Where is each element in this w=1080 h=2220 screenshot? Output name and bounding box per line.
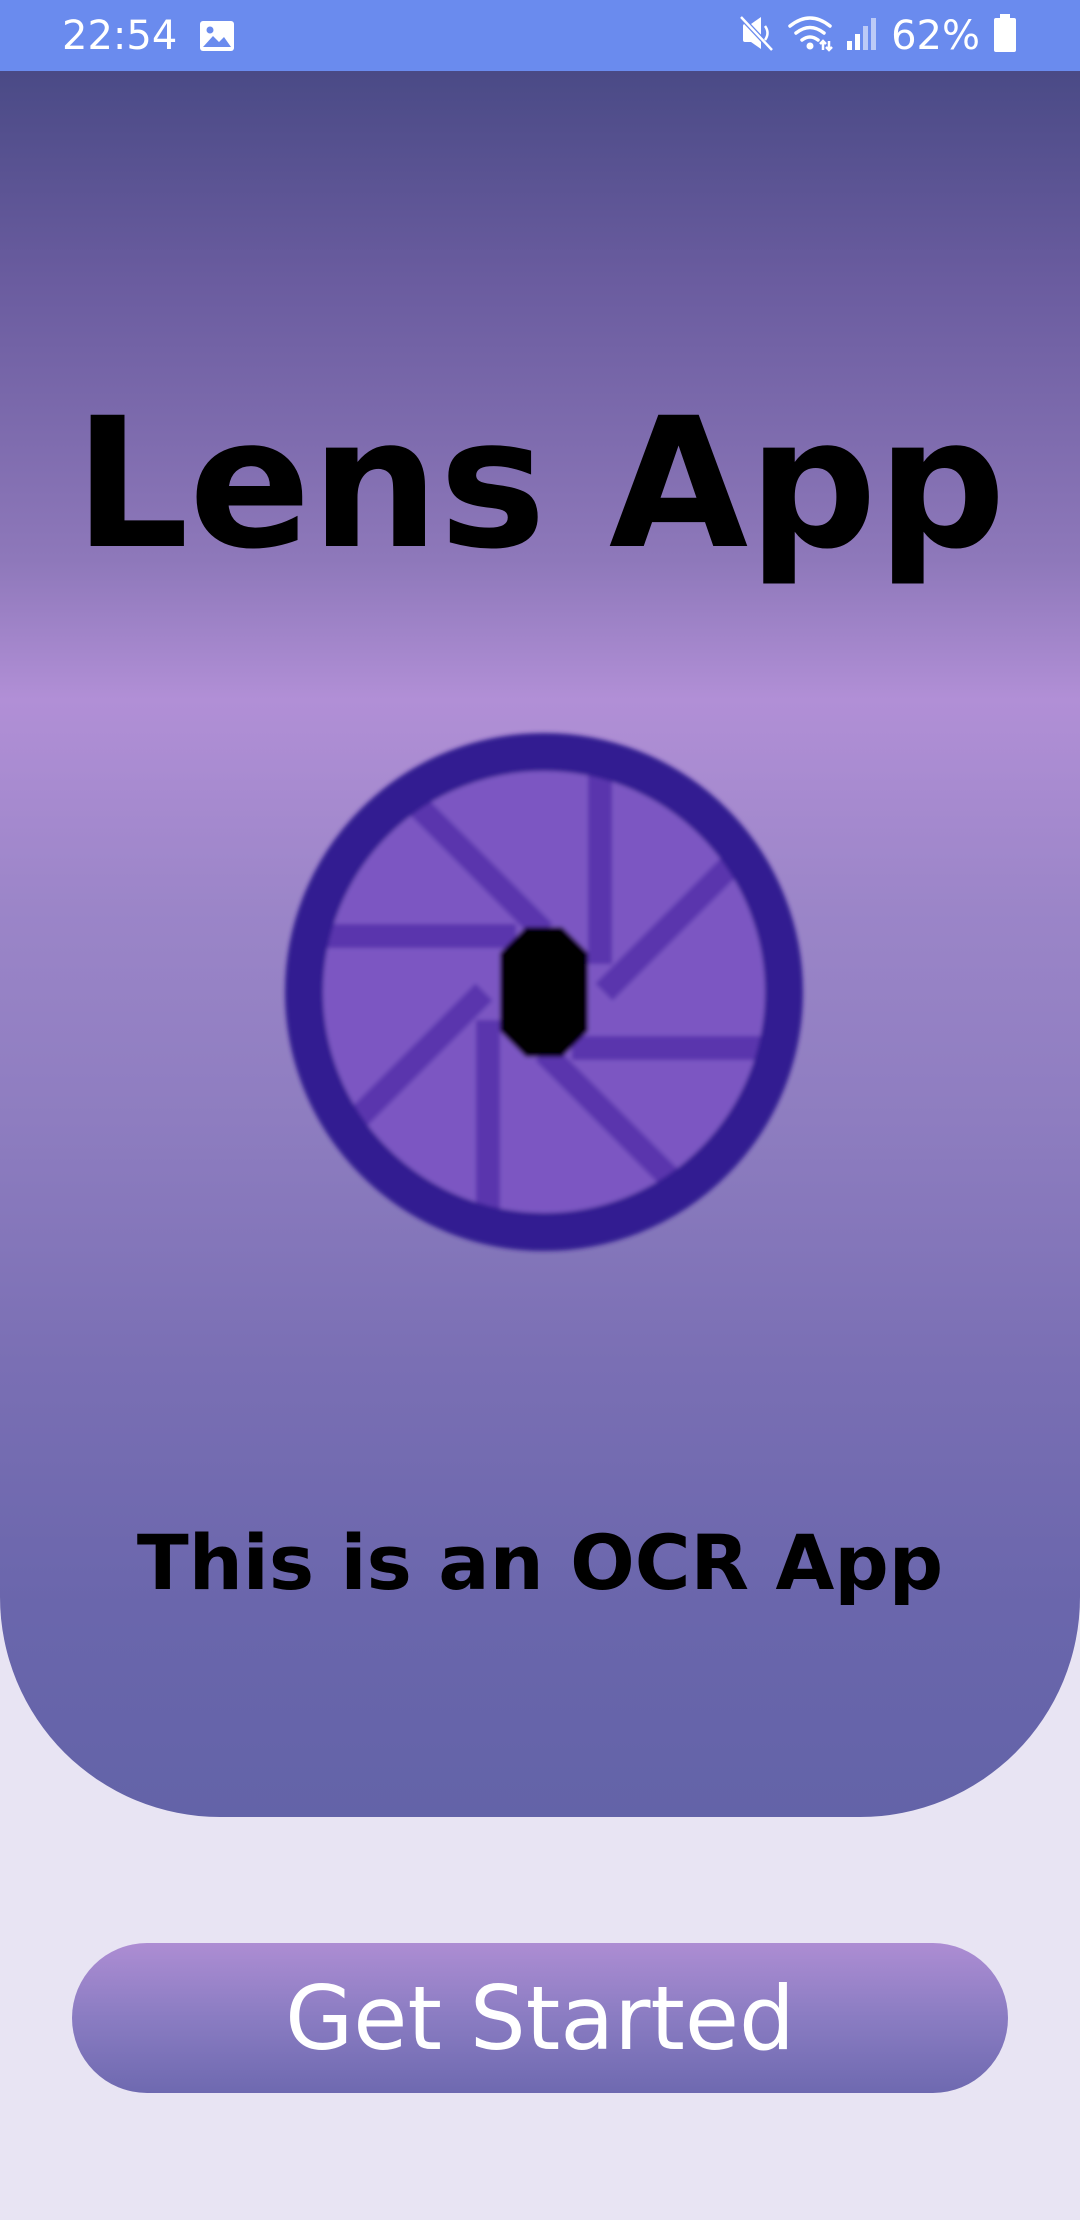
status-time: 22:54 [62, 12, 178, 59]
app-title: Lens App [74, 380, 1006, 589]
battery-percent: 62% [891, 12, 980, 59]
camera-aperture-icon [280, 728, 808, 1256]
status-bar: 22:54 62% [0, 0, 1080, 71]
status-indicators: 62% [739, 13, 1018, 59]
signal-icon [845, 15, 879, 56]
gallery-icon [199, 20, 235, 52]
get-started-button[interactable]: Get Started [72, 1943, 1008, 2093]
mute-icon [739, 14, 775, 57]
app-subtitle: This is an OCR App [136, 1518, 944, 1607]
battery-icon [992, 13, 1018, 58]
wifi-icon [787, 14, 833, 57]
